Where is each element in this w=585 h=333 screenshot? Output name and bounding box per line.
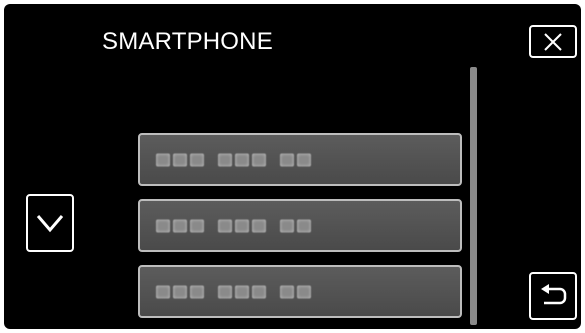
close-button[interactable] (529, 25, 577, 58)
masked-number (156, 153, 311, 166)
camera-screen: SMARTPHONE (4, 4, 581, 329)
list-item[interactable] (138, 133, 462, 186)
page-title: SMARTPHONE (102, 28, 273, 55)
close-icon (544, 32, 562, 51)
back-button[interactable] (529, 272, 577, 320)
list-item[interactable] (138, 265, 462, 318)
list-item[interactable] (138, 199, 462, 252)
return-arrow-icon (541, 284, 567, 305)
masked-number (156, 285, 311, 298)
scroll-down-button[interactable] (26, 194, 74, 252)
chevron-down-icon (36, 215, 64, 233)
masked-number (156, 219, 311, 232)
scrollbar[interactable] (470, 67, 477, 325)
